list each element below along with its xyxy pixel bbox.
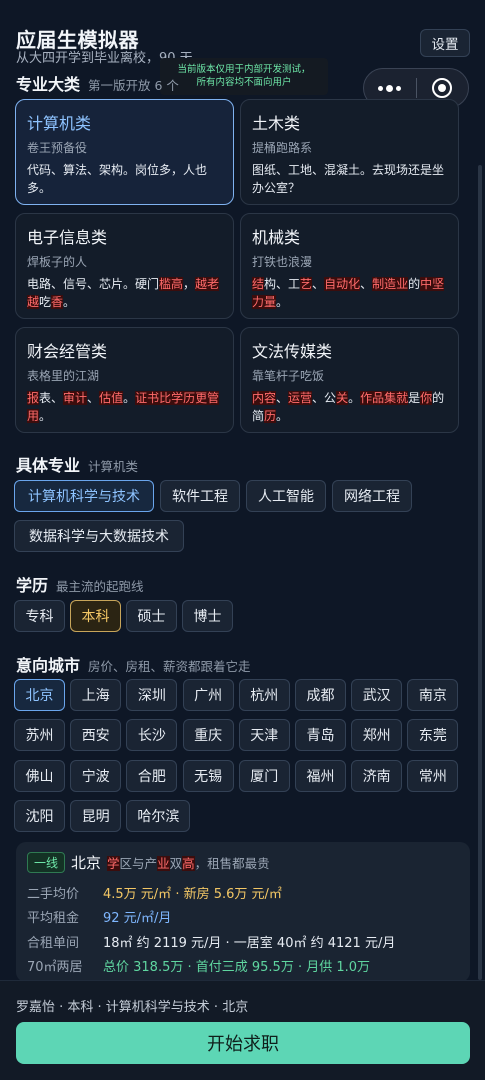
major-card-electronics[interactable]: 电子信息类 焊板子的人 电路、信号、芯片。硬门槛高，越老越吃香。: [15, 213, 234, 319]
city-info-header: 一线 北京 学区与产业双高，租售都最贵: [27, 852, 459, 873]
section-subtitle: 第一版开放 6 个: [88, 78, 179, 93]
shared-room-value: 18㎡ 约 2119 元/月 · 一居室 40㎡ 约 4121 元/月: [103, 936, 396, 951]
target-icon: [432, 78, 453, 98]
city-chip[interactable]: 长沙: [126, 719, 178, 752]
city-chip[interactable]: 无锡: [182, 759, 234, 792]
city-chip[interactable]: 南京: [407, 679, 459, 711]
city-info-panel: 一线 北京 学区与产业双高，租售都最贵 二手均价 4.5万 元/㎡ · 新房 5…: [16, 842, 470, 982]
card-description: 电路、信号、芯片。硬门槛高，越老越吃香。: [27, 277, 220, 309]
settings-button[interactable]: 设置: [420, 29, 470, 57]
city-chip[interactable]: 宁波: [70, 759, 122, 792]
info-row-resale-price: 二手均价 4.5万 元/㎡ · 新房 5.6万 元/㎡: [27, 883, 282, 902]
card-title: 电子信息类: [27, 228, 108, 247]
card-subtitle: 靠笔杆子吃饭: [252, 369, 325, 383]
info-row-two-bedroom: 70㎡两居 总价 318.5万 · 首付三成 95.5万 · 月供 1.0万: [27, 956, 370, 975]
card-subtitle: 焊板子的人: [27, 255, 88, 269]
resale-price-value: 4.5万 元/㎡ · 新房 5.6万 元/㎡: [103, 887, 282, 902]
card-subtitle: 表格里的江湖: [27, 369, 100, 383]
section-subtitle: 房价、房租、薪资都跟着它走: [88, 659, 251, 674]
city-chip[interactable]: 苏州: [14, 719, 65, 752]
card-title: 财会经管类: [27, 342, 108, 361]
card-description: 报表、审计、估值。证书比学历更管用。: [27, 391, 220, 423]
card-title: 机械类: [252, 228, 301, 247]
major-chip-network[interactable]: 网络工程: [332, 480, 412, 512]
card-description: 内容、运营、公关。作品集就是你的简历。: [252, 391, 445, 423]
card-title: 土木类: [252, 114, 301, 133]
major-card-law-media[interactable]: 文法传媒类 靠笔杆子吃饭 内容、运营、公关。作品集就是你的简历。: [240, 327, 459, 433]
card-description: 代码、算法、架构。岗位多，人也多。: [27, 163, 208, 195]
city-chip[interactable]: 郑州: [351, 719, 403, 752]
section-title: 专业大类: [16, 75, 81, 94]
card-subtitle: 卷王预备役: [27, 141, 88, 155]
city-chip[interactable]: 合肥: [126, 759, 178, 792]
city-name: 北京: [71, 854, 102, 872]
edu-chip-junior-college[interactable]: 专科: [14, 600, 65, 632]
city-chip[interactable]: 西安: [70, 719, 122, 752]
city-chip[interactable]: 广州: [182, 679, 234, 711]
city-chip[interactable]: 北京: [14, 679, 65, 711]
info-row-shared-room: 合租单间 18㎡ 约 2119 元/月 · 一居室 40㎡ 约 4121 元/月: [27, 932, 395, 951]
card-subtitle: 提桶跑路系: [252, 141, 313, 155]
info-row-rent: 平均租金 92 元/㎡/月: [27, 907, 171, 926]
section-subtitle: 最主流的起跑线: [56, 579, 144, 594]
selection-summary: 罗嘉怡 · 本科 · 计算机科学与技术 · 北京: [16, 1000, 249, 1015]
city-chip[interactable]: 济南: [351, 759, 403, 792]
city-chip[interactable]: 沈阳: [14, 799, 65, 832]
city-chip[interactable]: 青岛: [295, 719, 346, 752]
city-chip[interactable]: 厦门: [238, 759, 290, 792]
two-bedroom-value: 总价 318.5万 · 首付三成 95.5万 · 月供 1.0万: [103, 960, 371, 975]
city-chip[interactable]: 天津: [238, 719, 290, 752]
city-chip[interactable]: 常州: [407, 759, 459, 792]
dev-notice: 当前版本仅用于内部开发测试， 所有内容均不面向用户: [160, 58, 328, 95]
section-subtitle: 计算机类: [88, 459, 139, 474]
card-title: 计算机类: [27, 114, 92, 133]
city-header: 意向城市 房价、房租、薪资都跟着它走: [16, 652, 251, 676]
section-title: 意向城市: [16, 656, 81, 675]
major-chip-datascience[interactable]: 数据科学与大数据技术: [14, 520, 184, 552]
card-title: 文法传媒类: [252, 342, 333, 361]
major-card-computer[interactable]: 计算机类 卷王预备役 代码、算法、架构。岗位多，人也多。: [15, 99, 234, 205]
city-chip[interactable]: 成都: [295, 679, 346, 711]
scrollbar[interactable]: [478, 165, 482, 980]
start-job-hunt-button[interactable]: 开始求职: [16, 1022, 470, 1064]
edu-chip-bachelor[interactable]: 本科: [70, 600, 121, 632]
major-chip-software[interactable]: 软件工程: [160, 480, 240, 512]
major-card-finance[interactable]: 财会经管类 表格里的江湖 报表、审计、估值。证书比学历更管用。: [15, 327, 234, 433]
card-description: 图纸、工地、混凝土。去现场还是坐办公室？: [252, 163, 445, 195]
city-chip[interactable]: 福州: [295, 759, 346, 792]
major-chip-ai[interactable]: 人工智能: [246, 480, 326, 512]
city-chip[interactable]: 深圳: [126, 679, 178, 711]
card-subtitle: 打铁也浪漫: [252, 255, 313, 269]
major-category-header: 专业大类 第一版开放 6 个: [16, 71, 179, 95]
section-title: 具体专业: [16, 456, 81, 475]
edu-chip-master[interactable]: 硕士: [126, 600, 177, 632]
major-card-civil[interactable]: 土木类 提桶跑路系 图纸、工地、混凝土。去现场还是坐办公室？: [240, 99, 459, 205]
major-chip-cs[interactable]: 计算机科学与技术: [14, 480, 154, 512]
education-header: 学历 最主流的起跑线: [16, 572, 144, 596]
city-chip[interactable]: 哈尔滨: [126, 799, 191, 832]
city-chip[interactable]: 重庆: [182, 719, 234, 752]
card-description: 结构、工艺、自动化、制造业的中坚力量。: [252, 277, 445, 309]
rent-value: 92 元/㎡/月: [103, 911, 172, 926]
city-chip[interactable]: 杭州: [238, 679, 290, 711]
city-chip[interactable]: 武汉: [351, 679, 403, 711]
more-dots-icon: [378, 84, 402, 92]
major-card-mechanical[interactable]: 机械类 打铁也浪漫 结构、工艺、自动化、制造业的中坚力量。: [240, 213, 459, 319]
section-title: 学历: [16, 576, 49, 595]
city-chip[interactable]: 佛山: [14, 759, 65, 792]
tier-badge: 一线: [27, 852, 66, 873]
specific-major-header: 具体专业 计算机类: [16, 452, 138, 476]
city-chip[interactable]: 东莞: [407, 719, 459, 752]
edu-chip-phd[interactable]: 博士: [182, 600, 233, 632]
city-chip[interactable]: 上海: [70, 679, 122, 711]
notice-line-1: 当前版本仅用于内部开发测试，: [177, 64, 311, 75]
city-chip[interactable]: 昆明: [70, 799, 122, 832]
city-desc: 学区与产业双高，租售都最贵: [107, 856, 270, 871]
notice-line-2: 所有内容均不面向用户: [196, 77, 292, 88]
